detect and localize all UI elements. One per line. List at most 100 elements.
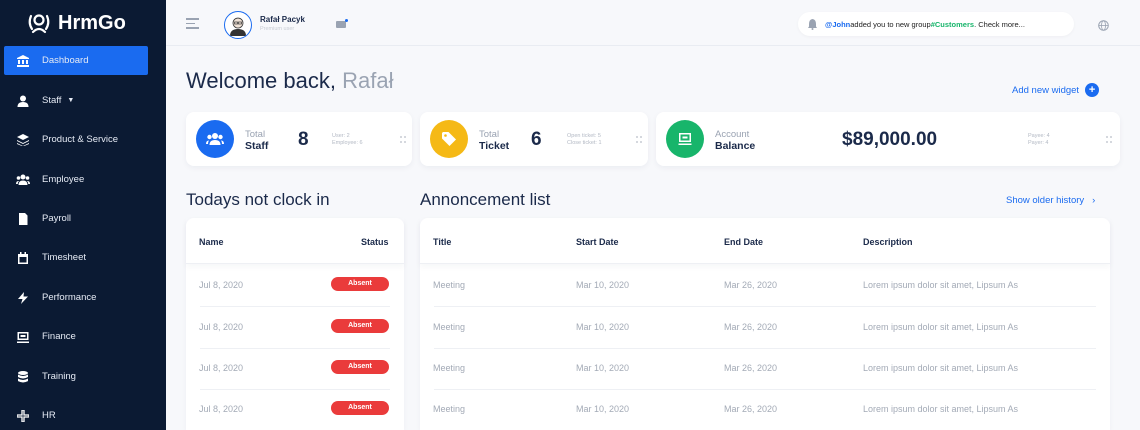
row-start-date: Mar 10, 2020 [576, 404, 630, 414]
sidebar-item-label: HR [42, 410, 56, 421]
row-date: Jul 8, 2020 [199, 363, 244, 373]
section-title-announcements: Annoncement list [420, 190, 551, 209]
sidebar-item-employee[interactable]: Employee [4, 165, 148, 194]
add-widget-label: Add new widget [1012, 84, 1080, 96]
row-start-date: Mar 10, 2020 [576, 322, 630, 332]
message-icon[interactable] [336, 16, 348, 34]
table-row[interactable]: Jul 8, 2020 Absent [186, 266, 404, 307]
table-row[interactable]: Jul 8, 2020 Absent [186, 349, 404, 390]
row-description: Lorem ipsum dolor sit amet, Lipsum As [863, 322, 1019, 332]
bell-icon [808, 18, 817, 30]
add-widget-button[interactable]: Add new widget + [1012, 83, 1100, 97]
sidebar-item-hr[interactable]: HR [4, 401, 148, 430]
stat-value: 6 [531, 129, 542, 150]
row-title: Meeting [433, 363, 466, 373]
wallet-icon [4, 331, 42, 343]
row-start-date: Mar 10, 2020 [576, 363, 630, 373]
status-badge: Absent [331, 360, 389, 374]
row-end-date: Mar 26, 2020 [724, 280, 778, 290]
sidebar-item-label: Finance [42, 331, 76, 342]
sidebar-item-label: Timesheet [42, 252, 86, 263]
stat-detail: Open ticket: 5 Close ticket: 1 [567, 133, 602, 146]
drag-handle-icon[interactable] [1106, 136, 1112, 143]
sidebar-item-timesheet[interactable]: Timesheet [4, 243, 148, 272]
avatar[interactable] [224, 11, 252, 39]
status-badge: Absent [331, 277, 389, 291]
row-title: Meeting [433, 322, 466, 332]
table-row[interactable]: Jul 8, 2020 Absent [186, 308, 404, 349]
menu-toggle-icon[interactable] [186, 18, 199, 32]
show-older-history-link[interactable]: Show older history › [1006, 195, 1095, 206]
stat-detail: Payee: 4 Payer: 4 [1028, 133, 1050, 146]
table-header: Name Status [186, 218, 404, 264]
stat-label: Balance [715, 140, 756, 152]
user-icon [4, 95, 42, 107]
table-row[interactable]: Meeting Mar 10, 2020 Mar 26, 2020 Lorem … [420, 390, 1110, 430]
row-start-date: Mar 10, 2020 [576, 280, 630, 290]
notification-tag[interactable]: #Customers [931, 20, 974, 29]
row-date: Jul 8, 2020 [199, 280, 244, 290]
stat-label: Account [715, 129, 750, 140]
column-header: Start Date [576, 237, 619, 247]
sidebar-item-label: Product & Service [42, 134, 119, 145]
row-date: Jul 8, 2020 [199, 404, 244, 414]
sidebar-item-finance[interactable]: Finance [4, 322, 148, 351]
user-name[interactable]: Rafał Pacyk [260, 15, 305, 24]
row-title: Meeting [433, 280, 466, 290]
stat-label: Total [245, 129, 266, 140]
table-row[interactable]: Meeting Mar 10, 2020 Mar 26, 2020 Lorem … [420, 308, 1110, 349]
stat-label: Total [479, 129, 500, 140]
sidebar-item-performance[interactable]: Performance [4, 283, 148, 312]
stat-label: Staff [245, 140, 269, 152]
stat-card-balance: Account Balance $89,000.00 Payee: 4 Payer… [656, 112, 1120, 166]
older-link-label: Show older history [1006, 195, 1085, 206]
stat-label: Ticket [479, 140, 510, 152]
row-description: Lorem ipsum dolor sit amet, Lipsum As [863, 280, 1019, 290]
wallet-icon [666, 120, 704, 158]
drag-handle-icon[interactable] [400, 136, 406, 143]
sidebar-item-staff[interactable]: Staff ▼ [4, 86, 148, 115]
column-header: Name [199, 237, 224, 247]
calendar-icon [4, 251, 42, 264]
logo-icon [28, 14, 50, 34]
stat-value: $89,000.00 [842, 129, 938, 150]
announcement-table: Title Start Date End Date Description Me… [420, 218, 1110, 430]
table-row[interactable]: Meeting Mar 10, 2020 Mar 26, 2020 Lorem … [420, 266, 1110, 307]
column-header: Status [361, 237, 389, 247]
clockin-table: Name Status Jul 8, 2020 Absent Jul 8, 20… [186, 218, 404, 430]
table-row[interactable]: Meeting Mar 10, 2020 Mar 26, 2020 Lorem … [420, 349, 1110, 390]
row-title: Meeting [433, 404, 466, 414]
page-title: Welcome back, Rafał [186, 68, 393, 94]
sidebar-item-product-service[interactable]: Product & Service [4, 125, 148, 154]
notification-suffix: . Check more... [974, 19, 1025, 29]
column-header: End Date [724, 237, 764, 247]
stat-value: 8 [298, 129, 309, 150]
welcome-prefix: Welcome back, [186, 68, 343, 93]
notification-mention[interactable]: @John [825, 20, 850, 29]
plus-icon: + [1085, 83, 1100, 97]
sidebar-item-label: Staff [42, 95, 62, 106]
notification-banner[interactable]: @John added you to new group #Customers … [798, 12, 1074, 36]
bolt-icon [4, 291, 42, 304]
sidebar-item-dashboard[interactable]: Dashboard [4, 46, 148, 75]
tag-icon [430, 120, 468, 158]
sidebar-item-label: Training [42, 371, 76, 382]
sidebar-item-label: Performance [42, 292, 97, 303]
globe-icon[interactable] [1098, 18, 1109, 36]
stat-card-ticket: Total Ticket 6 Open ticket: 5 Close ticke… [420, 112, 648, 166]
welcome-user: Rafał [342, 68, 394, 93]
sidebar-item-training[interactable]: Training [4, 362, 148, 391]
person-avatar-icon [230, 17, 246, 36]
drag-handle-icon[interactable] [636, 136, 642, 143]
database-icon [4, 370, 42, 383]
bank-icon [4, 54, 42, 67]
sidebar-item-payroll[interactable]: Payroll [4, 204, 148, 233]
stat-card-staff: Total Staff 8 User: 2 Employee: 6 [186, 112, 412, 166]
sidebar-item-label: Dashboard [42, 55, 89, 66]
app-logo[interactable]: HrmGo [0, 0, 166, 46]
stat-detail: User: 2 Employee: 6 [332, 133, 363, 146]
status-badge: Absent [331, 319, 389, 333]
row-description: Lorem ipsum dolor sit amet, Lipsum As [863, 404, 1019, 414]
table-row[interactable]: Jul 8, 2020 Absent [186, 390, 404, 430]
section-title-clockin: Todays not clock in [186, 190, 330, 209]
